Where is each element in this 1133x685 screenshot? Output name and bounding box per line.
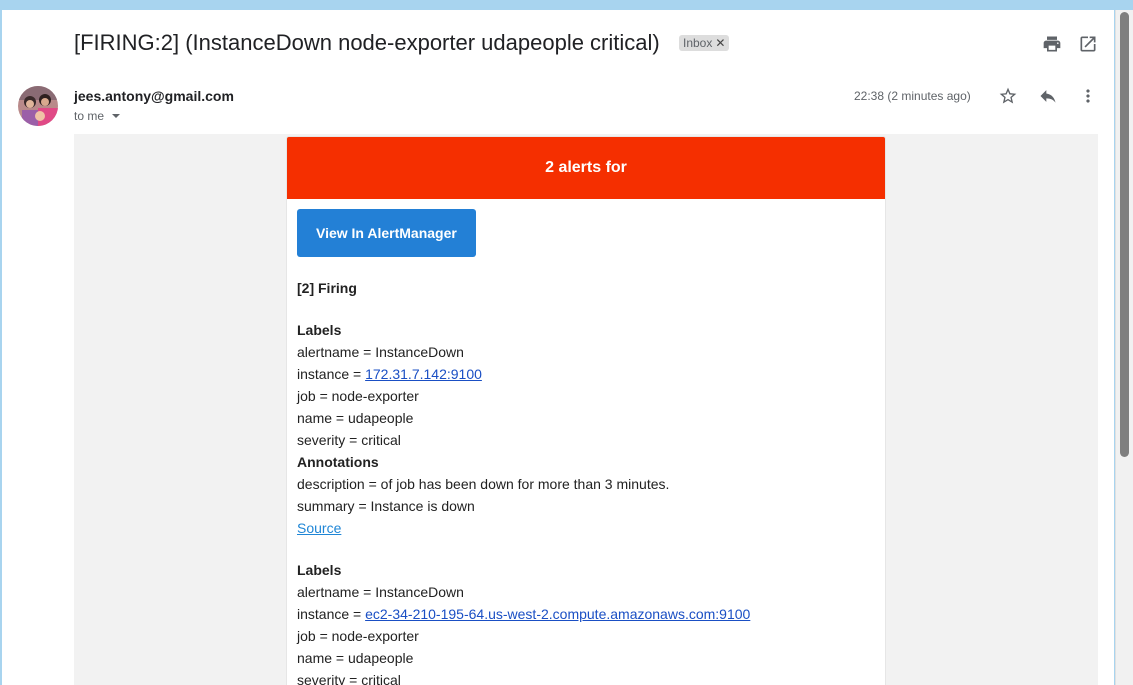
annotation-description: description = of job has been down for m…: [297, 476, 670, 492]
vertical-scrollbar[interactable]: [1115, 10, 1133, 685]
label-instance-prefix: instance =: [297, 606, 366, 622]
label-name: name = udapeople: [297, 410, 414, 426]
labels-heading: Labels: [297, 562, 342, 578]
firing-title: [2] Firing: [297, 280, 357, 296]
remove-label-icon[interactable]: ✕: [715, 36, 725, 50]
label-alertname: alertname = InstanceDown: [297, 584, 464, 600]
label-instance: instance = ec2-34-210-195-64.us-west-2.c…: [297, 603, 875, 625]
label-alertname: alertname = InstanceDown: [297, 344, 464, 360]
reply-icon[interactable]: [1038, 86, 1058, 106]
chevron-down-icon[interactable]: [111, 110, 121, 124]
label-name: name = udapeople: [297, 650, 414, 666]
source-link[interactable]: Source: [297, 520, 341, 536]
annotation-summary: summary = Instance is down: [297, 498, 475, 514]
label-job: job = node-exporter: [297, 628, 419, 644]
annotations-heading: Annotations: [297, 454, 379, 470]
star-icon[interactable]: [998, 86, 1018, 106]
email-body: 2 alerts for View In AlertManager [2] Fi…: [74, 134, 1098, 685]
more-vert-icon[interactable]: [1078, 86, 1098, 106]
label-instance-prefix: instance =: [297, 366, 366, 382]
view-in-alertmanager-button[interactable]: View In AlertManager: [297, 209, 476, 257]
email-timestamp: 22:38 (2 minutes ago): [854, 89, 971, 103]
label-severity: severity = critical: [297, 672, 401, 685]
inbox-label-chip[interactable]: Inbox ✕: [679, 35, 730, 51]
scrollbar-thumb[interactable]: [1120, 12, 1129, 457]
recipient-dropdown[interactable]: to me: [74, 109, 121, 124]
labels-heading: Labels: [297, 322, 342, 338]
alert-content: View In AlertManager [2] Firing Labels a…: [287, 199, 885, 685]
label-job: job = node-exporter: [297, 388, 419, 404]
label-instance: instance = 172.31.7.142:9100: [297, 363, 875, 385]
alert-card: 2 alerts for View In AlertManager [2] Fi…: [286, 136, 886, 685]
alert-header: 2 alerts for: [287, 137, 885, 199]
email-subject: [FIRING:2] (InstanceDown node-exporter u…: [74, 30, 660, 55]
instance-link[interactable]: 172.31.7.142:9100: [365, 366, 482, 382]
label-severity: severity = critical: [297, 432, 401, 448]
sender-avatar[interactable]: [18, 86, 58, 126]
email-window: [FIRING:2] (InstanceDown node-exporter u…: [2, 10, 1114, 685]
inbox-label-text: Inbox: [683, 36, 713, 50]
sender-email[interactable]: jees.antony@gmail.com: [74, 88, 234, 104]
recipient-label: to me: [74, 109, 105, 123]
open-in-new-window-icon[interactable]: [1078, 34, 1098, 54]
print-icon[interactable]: [1042, 34, 1062, 54]
instance-link[interactable]: ec2-34-210-195-64.us-west-2.compute.amaz…: [365, 606, 750, 622]
